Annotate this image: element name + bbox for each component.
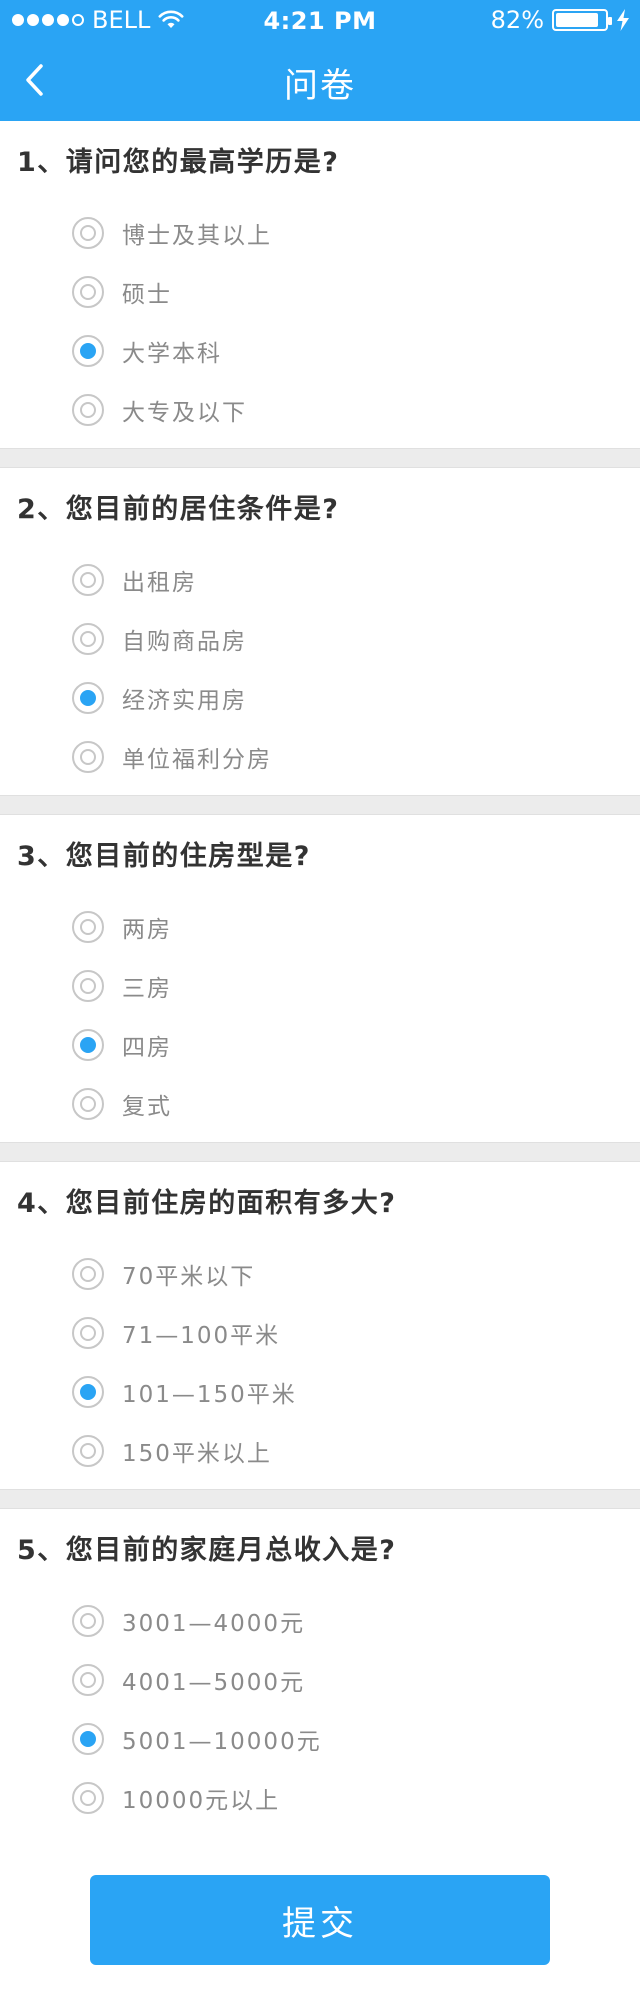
option-list: 博士及其以上 硕士 大学本科 大专及以下 bbox=[0, 203, 640, 439]
section-divider bbox=[0, 448, 640, 468]
option-label: 71—100平米 bbox=[122, 1322, 281, 1349]
option-label: 四房 bbox=[122, 1034, 172, 1061]
option-label: 大学本科 bbox=[122, 340, 222, 367]
option-list: 两房 三房 四房 复式 bbox=[0, 897, 640, 1133]
battery-percent: 82% bbox=[490, 6, 544, 34]
nav-bar: 问卷 bbox=[0, 40, 640, 121]
radio-button[interactable] bbox=[72, 1087, 104, 1120]
option-label: 大专及以下 bbox=[122, 399, 247, 426]
question-title: 1、请问您的最高学历是? bbox=[17, 147, 340, 178]
questionnaire: 1、请问您的最高学历是? 博士及其以上 硕士 大学本科 大专及以下 2、您目前的… bbox=[0, 121, 640, 1856]
option-label: 10000元以上 bbox=[122, 1787, 281, 1814]
radio-option[interactable]: 四房 bbox=[0, 1015, 640, 1074]
option-label: 4001—5000元 bbox=[122, 1669, 306, 1696]
radio-button[interactable] bbox=[72, 740, 104, 773]
question-3: 3、您目前的住房型是? 两房 三房 四房 复式 bbox=[0, 815, 640, 1142]
question-2: 2、您目前的居住条件是? 出租房 自购商品房 经济实用房 单位福利分房 bbox=[0, 468, 640, 795]
question-title: 4、您目前住房的面积有多大? bbox=[17, 1188, 397, 1219]
option-label: 出租房 bbox=[122, 569, 197, 596]
radio-button[interactable] bbox=[72, 1604, 104, 1637]
radio-option[interactable]: 4001—5000元 bbox=[0, 1650, 640, 1709]
charging-icon bbox=[616, 9, 630, 31]
app-header: BELL 4:21 PM 82% 问卷 bbox=[0, 0, 640, 121]
section-divider bbox=[0, 1489, 640, 1509]
radio-option[interactable]: 博士及其以上 bbox=[0, 203, 640, 262]
radio-button[interactable] bbox=[72, 216, 104, 249]
radio-button[interactable] bbox=[72, 393, 104, 426]
battery-tip bbox=[608, 17, 612, 25]
radio-option[interactable]: 出租房 bbox=[0, 550, 640, 609]
question-title: 5、您目前的家庭月总收入是? bbox=[17, 1535, 397, 1566]
radio-button-selected[interactable] bbox=[72, 1028, 104, 1061]
radio-option[interactable]: 70平米以下 bbox=[0, 1244, 640, 1303]
radio-button[interactable] bbox=[72, 563, 104, 596]
radio-button[interactable] bbox=[72, 275, 104, 308]
radio-button-selected[interactable] bbox=[72, 334, 104, 367]
option-label: 3001—4000元 bbox=[122, 1610, 306, 1637]
radio-option[interactable]: 大学本科 bbox=[0, 321, 640, 380]
radio-option[interactable]: 3001—4000元 bbox=[0, 1591, 640, 1650]
radio-button[interactable] bbox=[72, 622, 104, 655]
submit-area: 提交 bbox=[0, 1835, 640, 2000]
option-label: 经济实用房 bbox=[122, 687, 247, 714]
option-label: 70平米以下 bbox=[122, 1263, 256, 1290]
option-label: 复式 bbox=[122, 1093, 172, 1120]
radio-option[interactable]: 两房 bbox=[0, 897, 640, 956]
question-title: 2、您目前的居住条件是? bbox=[17, 494, 340, 525]
radio-option[interactable]: 硕士 bbox=[0, 262, 640, 321]
radio-button[interactable] bbox=[72, 910, 104, 943]
option-label: 两房 bbox=[122, 916, 172, 943]
battery-icon bbox=[552, 9, 612, 31]
battery-level bbox=[556, 13, 598, 27]
radio-option[interactable]: 三房 bbox=[0, 956, 640, 1015]
option-label: 101—150平米 bbox=[122, 1381, 297, 1408]
option-label: 自购商品房 bbox=[122, 628, 247, 655]
option-list: 3001—4000元 4001—5000元 5001—10000元 10000元… bbox=[0, 1591, 640, 1827]
radio-button-selected[interactable] bbox=[72, 1722, 104, 1755]
page-title: 问卷 bbox=[284, 66, 356, 106]
radio-button[interactable] bbox=[72, 1663, 104, 1696]
option-label: 单位福利分房 bbox=[122, 746, 272, 773]
radio-button[interactable] bbox=[72, 1781, 104, 1814]
radio-button[interactable] bbox=[72, 1257, 104, 1290]
radio-button[interactable] bbox=[72, 1316, 104, 1349]
radio-button-selected[interactable] bbox=[72, 681, 104, 714]
radio-button[interactable] bbox=[72, 969, 104, 1002]
status-bar: BELL 4:21 PM 82% bbox=[0, 0, 640, 40]
status-right: 82% bbox=[490, 6, 630, 34]
option-label: 三房 bbox=[122, 975, 172, 1002]
radio-button-selected[interactable] bbox=[72, 1375, 104, 1408]
option-label: 150平米以上 bbox=[122, 1440, 272, 1467]
question-title: 3、您目前的住房型是? bbox=[17, 841, 311, 872]
radio-option[interactable]: 经济实用房 bbox=[0, 668, 640, 727]
option-label: 5001—10000元 bbox=[122, 1728, 322, 1755]
radio-option[interactable]: 10000元以上 bbox=[0, 1768, 640, 1827]
section-divider bbox=[0, 1142, 640, 1162]
radio-option[interactable]: 复式 bbox=[0, 1074, 640, 1133]
radio-option[interactable]: 大专及以下 bbox=[0, 380, 640, 439]
section-divider bbox=[0, 795, 640, 815]
radio-option[interactable]: 自购商品房 bbox=[0, 609, 640, 668]
question-1: 1、请问您的最高学历是? 博士及其以上 硕士 大学本科 大专及以下 bbox=[0, 121, 640, 448]
submit-button[interactable]: 提交 bbox=[90, 1875, 550, 1965]
radio-option[interactable]: 71—100平米 bbox=[0, 1303, 640, 1362]
radio-option[interactable]: 150平米以上 bbox=[0, 1421, 640, 1480]
option-label: 博士及其以上 bbox=[122, 222, 272, 249]
option-label: 硕士 bbox=[122, 281, 172, 308]
radio-option[interactable]: 101—150平米 bbox=[0, 1362, 640, 1421]
option-list: 出租房 自购商品房 经济实用房 单位福利分房 bbox=[0, 550, 640, 786]
radio-option[interactable]: 5001—10000元 bbox=[0, 1709, 640, 1768]
radio-option[interactable]: 单位福利分房 bbox=[0, 727, 640, 786]
option-list: 70平米以下 71—100平米 101—150平米 150平米以上 bbox=[0, 1244, 640, 1480]
radio-button[interactable] bbox=[72, 1434, 104, 1467]
question-5: 5、您目前的家庭月总收入是? 3001—4000元 4001—5000元 500… bbox=[0, 1509, 640, 1836]
question-4: 4、您目前住房的面积有多大? 70平米以下 71—100平米 101—150平米… bbox=[0, 1162, 640, 1489]
